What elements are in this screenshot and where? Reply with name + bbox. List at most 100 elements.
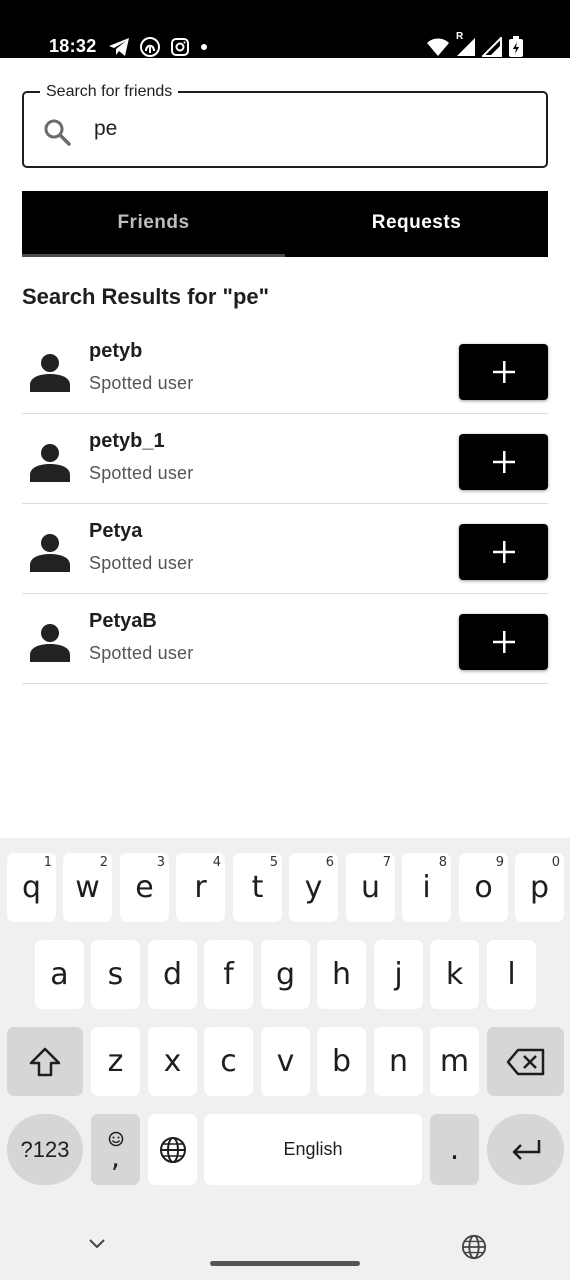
backspace-key[interactable]	[487, 1027, 564, 1096]
user-subtitle: Spotted user	[89, 373, 194, 393]
user-subtitle: Spotted user	[89, 643, 194, 663]
key-l[interactable]: l	[487, 940, 536, 1009]
globe-icon	[159, 1136, 186, 1163]
key-label: e	[135, 870, 154, 905]
plus-icon	[492, 631, 515, 653]
key-j[interactable]: j	[374, 940, 423, 1009]
dot-icon	[201, 44, 207, 50]
tab-requests[interactable]: Requests	[285, 191, 548, 255]
home-indicator[interactable]	[210, 1261, 360, 1266]
signal-roaming-icon: R	[456, 31, 476, 57]
key-hint: 9	[495, 855, 504, 870]
key-c[interactable]: c	[204, 1027, 253, 1096]
backspace-icon	[506, 1048, 544, 1075]
key-hint: 7	[382, 855, 391, 870]
list-item: Petya Spotted user	[22, 504, 548, 594]
add-friend-button[interactable]	[459, 524, 548, 580]
add-friend-button[interactable]	[459, 434, 548, 490]
status-right-icons: R	[426, 31, 524, 58]
plus-icon	[492, 451, 515, 473]
key-f[interactable]: f	[204, 940, 253, 1009]
add-friend-button[interactable]	[459, 614, 548, 670]
status-left-icons	[108, 36, 209, 58]
key-k[interactable]: k	[430, 940, 479, 1009]
signal-icon	[482, 37, 502, 57]
key-label: o	[474, 870, 493, 905]
key-label: q	[21, 870, 42, 905]
status-bar: 18:32 R	[0, 0, 570, 58]
search-icon	[44, 119, 71, 146]
tab-friends[interactable]: Friends	[22, 191, 285, 255]
plus-icon	[492, 361, 515, 383]
tab-indicator	[22, 254, 285, 257]
user-name: petyb	[89, 340, 143, 362]
key-hint: 2	[99, 855, 108, 870]
key-h[interactable]: h	[317, 940, 366, 1009]
key-v[interactable]: v	[261, 1027, 310, 1096]
key-hint: 6	[325, 855, 334, 870]
telegram-icon	[109, 38, 129, 56]
key-n[interactable]: n	[374, 1027, 423, 1096]
space-key[interactable]: English	[204, 1114, 422, 1185]
key-x[interactable]: x	[148, 1027, 197, 1096]
comma-label: ,	[111, 1140, 120, 1174]
key-s[interactable]: s	[91, 940, 140, 1009]
chevron-down-icon[interactable]	[86, 1236, 108, 1252]
enter-icon	[512, 1139, 540, 1160]
key-q[interactable]: q1	[7, 853, 56, 922]
key-label: i	[422, 870, 431, 905]
key-i[interactable]: i8	[402, 853, 451, 922]
key-m[interactable]: m	[430, 1027, 479, 1096]
enter-key[interactable]	[487, 1114, 564, 1185]
key-label: y	[304, 870, 323, 905]
key-g[interactable]: g	[261, 940, 310, 1009]
key-label: p	[529, 870, 550, 905]
user-subtitle: Spotted user	[89, 463, 194, 483]
person-icon	[30, 624, 70, 662]
key-hint: 1	[43, 855, 52, 870]
fingerprint-app-icon	[140, 37, 160, 57]
shift-key[interactable]	[7, 1027, 83, 1096]
key-r[interactable]: r4	[176, 853, 225, 922]
instagram-icon	[171, 38, 189, 56]
key-hint: 5	[269, 855, 278, 870]
key-w[interactable]: w2	[63, 853, 112, 922]
key-hint: 4	[212, 855, 221, 870]
user-name: Petya	[89, 520, 143, 542]
key-o[interactable]: o9	[459, 853, 508, 922]
key-p[interactable]: p0	[515, 853, 564, 922]
key-e[interactable]: e3	[120, 853, 169, 922]
period-key[interactable]: .	[430, 1114, 479, 1185]
roaming-label: R	[456, 31, 464, 42]
key-label: u	[360, 870, 380, 905]
person-icon	[30, 534, 70, 572]
wifi-icon	[427, 38, 449, 56]
user-name: PetyaB	[89, 610, 157, 632]
battery-charging-icon	[509, 36, 523, 57]
key-hint: 8	[438, 855, 447, 870]
key-u[interactable]: u7	[346, 853, 395, 922]
globe-icon[interactable]	[461, 1234, 487, 1260]
list-item: PetyaB Spotted user	[22, 594, 548, 684]
key-label: w	[75, 870, 100, 905]
key-y[interactable]: y6	[289, 853, 338, 922]
search-field[interactable]: Search for friends	[22, 81, 548, 168]
key-label: t	[251, 870, 264, 905]
key-z[interactable]: z	[91, 1027, 140, 1096]
key-hint: 0	[551, 855, 560, 870]
list-item: petyb Spotted user	[22, 324, 548, 414]
language-key[interactable]	[148, 1114, 197, 1185]
user-name: petyb_1	[89, 430, 165, 452]
emoji-comma-key[interactable]: ,	[91, 1114, 140, 1185]
key-d[interactable]: d	[148, 940, 197, 1009]
key-t[interactable]: t5	[233, 853, 282, 922]
person-icon	[30, 354, 70, 392]
add-friend-button[interactable]	[459, 344, 548, 400]
on-screen-keyboard: q1 w2 e3 r4 t5 y6 u7 i8 o9 p0 a s d f g …	[0, 838, 570, 1280]
symbols-key[interactable]: ?123	[7, 1114, 83, 1185]
key-hint: 3	[156, 855, 165, 870]
person-icon	[30, 444, 70, 482]
key-a[interactable]: a	[35, 940, 84, 1009]
search-input[interactable]	[94, 117, 514, 141]
key-b[interactable]: b	[317, 1027, 366, 1096]
